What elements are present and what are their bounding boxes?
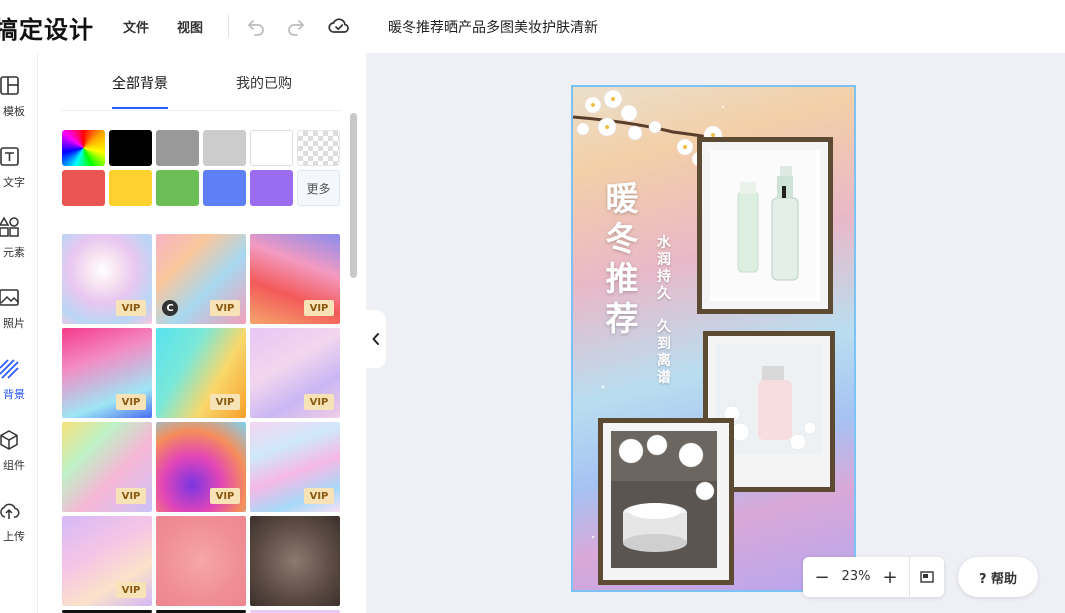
- vip-badge: VIP: [116, 300, 146, 316]
- poster-subtitle-1[interactable]: 水 润 持 久: [655, 235, 673, 303]
- vip-badge: VIP: [210, 488, 240, 504]
- zoom-control: − 23% +: [803, 557, 944, 597]
- view-menu[interactable]: 视图: [177, 17, 203, 36]
- template-icon: [0, 76, 19, 95]
- active-tab-indicator: [112, 107, 168, 109]
- nav-components[interactable]: 组件: [0, 429, 30, 489]
- background-thumbnail[interactable]: [250, 516, 340, 606]
- text-icon: [0, 147, 19, 166]
- swatch-rainbow[interactable]: [62, 130, 105, 166]
- chevron-left-icon: [372, 333, 379, 345]
- vip-badge: VIP: [304, 394, 334, 410]
- undo-icon[interactable]: [244, 14, 268, 38]
- background-thumbnail[interactable]: VIP: [250, 328, 340, 418]
- photo-frame[interactable]: [598, 418, 734, 585]
- nav-background[interactable]: 背景: [0, 358, 30, 418]
- background-thumbnail[interactable]: VIP: [250, 422, 340, 512]
- vip-badge: VIP: [210, 300, 240, 316]
- swatch-purple[interactable]: [250, 170, 293, 206]
- redo-icon[interactable]: [284, 14, 308, 38]
- tab-my-purchases[interactable]: 我的已购: [236, 73, 292, 93]
- vip-badge: VIP: [210, 394, 240, 410]
- background-thumbnail[interactable]: VIP: [62, 328, 152, 418]
- app-logo[interactable]: 搞定设计: [0, 10, 94, 45]
- product-photo-cream: [611, 431, 717, 568]
- elements-icon: [0, 216, 19, 237]
- nav-label: 照片: [3, 317, 25, 330]
- vip-badge: VIP: [116, 582, 146, 598]
- nav-label: 上传: [3, 530, 25, 543]
- zoom-divider: [909, 557, 910, 597]
- vip-badge: VIP: [116, 394, 146, 410]
- product-photo-bottles: [710, 150, 816, 297]
- nav-label: 模板: [3, 105, 25, 118]
- panel-scrollbar[interactable]: [350, 113, 357, 278]
- swatch-blue[interactable]: [203, 170, 246, 206]
- nav-templates[interactable]: 模板: [0, 75, 30, 135]
- app-root: 搞定设计 文件 视图 暖冬推荐晒产品多图美妆护肤清新 模板 文字 元素 照片 背…: [0, 0, 1065, 613]
- background-thumbnail[interactable]: [156, 516, 246, 606]
- nav-label: 组件: [3, 459, 25, 472]
- background-thumbnail[interactable]: VIP: [62, 516, 152, 606]
- tab-divider: [62, 110, 342, 111]
- top-bar: 搞定设计 文件 视图 暖冬推荐晒产品多图美妆护肤清新: [0, 0, 1065, 53]
- swatch-green[interactable]: [156, 170, 199, 206]
- copyright-badge: C: [162, 300, 178, 316]
- vip-badge: VIP: [304, 300, 334, 316]
- nav-label: 元素: [3, 246, 25, 259]
- swatch-transparent[interactable]: [297, 130, 340, 166]
- background-thumbnail[interactable]: VIP: [250, 234, 340, 324]
- background-panel: 全部背景 我的已购 更多 VIP C VIP VIP VIP VIP VIP VI…: [38, 53, 366, 613]
- left-nav: 模板 文字 元素 照片 背景 组件 上传: [0, 53, 38, 613]
- zoom-out-button[interactable]: −: [809, 557, 835, 597]
- swatch-gray[interactable]: [156, 130, 199, 166]
- zoom-value[interactable]: 23%: [837, 569, 875, 584]
- cube-icon: [0, 430, 18, 450]
- background-thumbnail[interactable]: VIP: [62, 422, 152, 512]
- background-thumbnail[interactable]: VIP: [62, 234, 152, 324]
- swatch-red[interactable]: [62, 170, 105, 206]
- document-title[interactable]: 暖冬推荐晒产品多图美妆护肤清新: [388, 17, 598, 37]
- nav-label: 文字: [3, 176, 25, 189]
- nav-photos[interactable]: 照片: [0, 287, 30, 347]
- fit-screen-icon: [920, 571, 934, 583]
- tab-all-backgrounds[interactable]: 全部背景: [112, 73, 168, 93]
- more-colors-button[interactable]: 更多: [297, 170, 340, 206]
- swatch-black[interactable]: [109, 130, 152, 166]
- background-thumbnail[interactable]: VIP: [156, 328, 246, 418]
- swatch-light-gray[interactable]: [203, 130, 246, 166]
- upload-icon: [0, 503, 20, 519]
- nav-label: 背景: [3, 388, 25, 401]
- nav-text[interactable]: 文字: [0, 146, 30, 206]
- vip-badge: VIP: [304, 488, 334, 504]
- help-button[interactable]: ? 帮助: [958, 557, 1038, 597]
- nav-elements[interactable]: 元素: [0, 216, 30, 276]
- cloud-save-icon[interactable]: [327, 14, 351, 38]
- poster-subtitle-2[interactable]: 久 到 离 谱: [655, 319, 673, 387]
- zoom-in-button[interactable]: +: [877, 557, 903, 597]
- background-thumbnail[interactable]: VIP: [156, 422, 246, 512]
- swatch-yellow[interactable]: [109, 170, 152, 206]
- background-thumbnail[interactable]: C VIP: [156, 234, 246, 324]
- toolbar-divider: [228, 15, 229, 37]
- photo-frame[interactable]: [697, 137, 833, 314]
- swatch-white[interactable]: [250, 130, 293, 166]
- vip-badge: VIP: [116, 488, 146, 504]
- file-menu[interactable]: 文件: [123, 17, 149, 36]
- fit-screen-button[interactable]: [913, 557, 941, 597]
- nav-upload[interactable]: 上传: [0, 500, 30, 560]
- design-canvas[interactable]: 暖 冬 推 荐 水 润 持 久 久 到 离 谱: [571, 85, 856, 592]
- background-icon: [0, 359, 19, 379]
- photo-icon: [0, 289, 19, 306]
- collapse-panel-button[interactable]: [366, 310, 386, 368]
- poster-headline[interactable]: 暖 冬 推 荐: [602, 179, 642, 339]
